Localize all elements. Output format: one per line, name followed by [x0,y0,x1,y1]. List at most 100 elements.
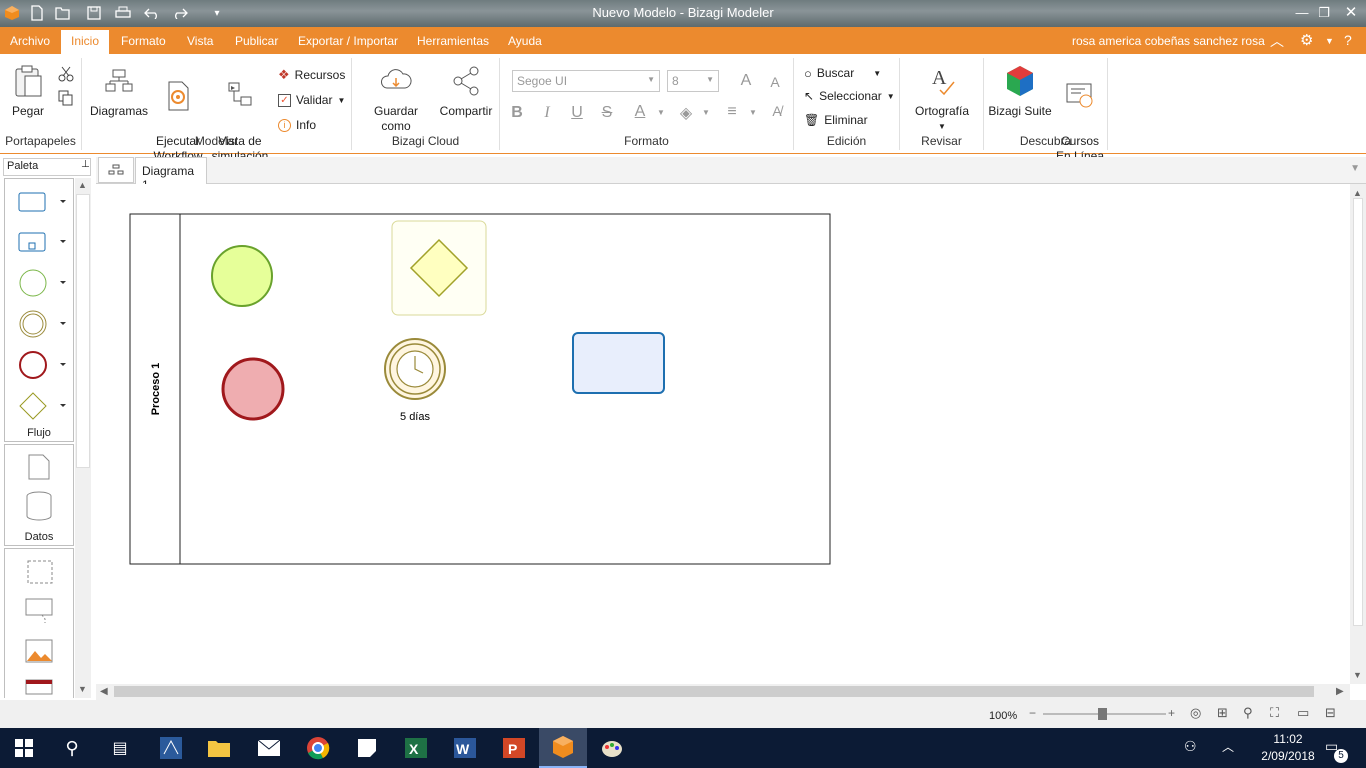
bizagi-suite-button[interactable]: Bizagi Suite [988,64,1052,119]
people-icon[interactable]: ⚇ [1184,738,1197,755]
font-family-select[interactable]: Segoe UI ▼ [512,70,660,92]
paste-button[interactable]: Pegar [8,64,48,119]
hscroll-thumb[interactable] [114,686,1314,697]
align-icon[interactable]: ≡ [723,103,741,121]
hscroll-right-icon[interactable]: ▶ [1336,686,1344,697]
task[interactable] [572,332,665,394]
close-button[interactable]: ✕ [1338,3,1364,23]
fill-color-icon[interactable]: ◈ [677,103,695,123]
excel-icon[interactable]: X [392,728,440,768]
palette-scrollbar[interactable]: ▲ ▼ [75,178,91,698]
strikethrough-icon[interactable]: S [598,104,616,122]
buscar-button[interactable]: ○ Buscar ▼ [804,64,881,82]
scroll-up-icon[interactable]: ▲ [78,180,87,190]
collapse-ribbon-icon[interactable]: ︿ [1270,31,1284,51]
ejecutar-workflow-button[interactable]: Ejecutar Workflow [150,64,206,164]
presentation-icon[interactable]: ▭ [1297,705,1309,721]
menu-archivo[interactable]: Archivo [10,34,50,48]
menu-exportar-importar[interactable]: Exportar / Importar [298,34,398,48]
canvas-horizontal-scrollbar[interactable]: ◀ ▶ [96,684,1350,700]
pin-icon[interactable]: ⊥ [81,159,90,170]
recursos-button[interactable]: ❖ Recursos [278,66,345,84]
diagram-canvas[interactable]: Proceso 1 5 días [96,184,1350,684]
buscar-dropdown-icon[interactable]: ▼ [873,69,881,78]
grid-icon[interactable]: ⊞ [1217,705,1228,721]
palette-data-store-tool[interactable] [26,491,54,524]
clock-date[interactable]: 2/09/2018 [1250,749,1326,763]
clock-time[interactable]: 11:02 [1262,732,1314,746]
search-taskbar-icon[interactable]: ⚲ [48,728,96,768]
palette-start-event-tool[interactable] [17,267,67,302]
palette-image-tool[interactable] [25,639,53,668]
tab-diagrama-1[interactable]: Diagrama 1 [135,157,207,192]
menu-inicio[interactable]: Inicio [61,30,110,54]
shrink-font-icon[interactable]: A [766,74,784,90]
tab-list-dropdown-icon[interactable]: ▼ [1350,163,1360,174]
sticky-notes-icon[interactable] [343,728,391,768]
vscroll-thumb[interactable] [1353,198,1363,626]
vscroll-down-icon[interactable]: ▼ [1353,670,1362,680]
canvas-vertical-scrollbar[interactable]: ▲ ▼ [1350,184,1366,684]
gear-icon[interactable]: ⚙ [1300,31,1313,49]
word-icon[interactable]: W [441,728,489,768]
font-color-dropdown-icon[interactable]: ▼ [652,108,670,117]
vscroll-up-icon[interactable]: ▲ [1353,188,1362,198]
layout-icon[interactable]: ⊟ [1325,705,1336,721]
info-button[interactable]: i Info [278,116,316,134]
compartir-button[interactable]: Compartir [436,64,496,119]
seleccionar-button[interactable]: ↖ Seleccionar ▼ [804,87,895,105]
tray-expand-icon[interactable]: ︿ [1222,738,1234,755]
fill-color-dropdown-icon[interactable]: ▼ [697,108,715,117]
eliminar-button[interactable]: 🗑 Eliminar [804,111,868,129]
fit-page-icon[interactable]: ⛶ [1270,705,1279,721]
palette-group-tool[interactable] [26,559,54,588]
scroll-down-icon[interactable]: ▼ [78,684,87,694]
zoom-fit-icon[interactable]: ◎ [1190,705,1201,721]
magnify-icon[interactable]: ⚲ [1243,705,1253,721]
mail-icon[interactable] [245,728,293,768]
palette-end-event-tool[interactable] [17,349,67,384]
clear-format-icon[interactable]: A̸ [768,103,786,119]
underline-icon[interactable]: U [568,104,586,122]
maximize-button[interactable]: ❐ [1311,3,1337,23]
zoom-in-icon[interactable]: + [1168,706,1175,720]
menu-herramientas[interactable]: Herramientas [417,34,489,48]
app-diagram-icon[interactable] [147,728,195,768]
diagram-overview-icon[interactable] [98,157,134,183]
palette-gateway-tool[interactable] [17,390,67,425]
palette-intermediate-event-tool[interactable] [17,308,67,343]
ortografia-dropdown-icon[interactable]: ▼ [908,119,976,134]
powerpoint-icon[interactable]: P [490,728,538,768]
user-name[interactable]: rosa america cobeñas sanchez rosa [1072,34,1265,48]
end-event[interactable] [221,357,285,421]
zoom-slider-thumb[interactable] [1098,708,1107,720]
font-size-select[interactable]: 8 ▼ [667,70,719,92]
cut-icon[interactable] [58,66,74,85]
align-dropdown-icon[interactable]: ▼ [744,108,762,117]
zoom-out-icon[interactable]: − [1029,706,1036,720]
chrome-icon[interactable] [294,728,342,768]
palette-annotation-tool[interactable] [24,597,56,628]
menu-formato[interactable]: Formato [121,34,166,48]
palette-subprocess-tool[interactable] [17,231,67,256]
validar-dropdown-icon[interactable]: ▼ [337,96,345,105]
palette-scroll-thumb[interactable] [76,194,90,468]
help-icon[interactable]: ? [1344,32,1352,48]
task-view-icon[interactable]: ▤ [96,728,144,768]
guardar-como-button[interactable]: Guardar como [358,64,434,134]
palette-task-tool[interactable] [17,191,67,216]
menu-ayuda[interactable]: Ayuda [508,34,542,48]
file-explorer-icon[interactable] [195,728,243,768]
palette-data-object-tool[interactable] [27,453,51,484]
italic-icon[interactable]: I [538,104,556,122]
validar-button[interactable]: ✓ Validar ▼ [278,91,345,109]
timer-event[interactable] [384,338,446,400]
palette-header-tool[interactable] [25,679,53,702]
hscroll-left-icon[interactable]: ◀ [100,686,108,697]
grow-font-icon[interactable]: A [737,72,755,90]
menu-publicar[interactable]: Publicar [235,34,278,48]
seleccionar-dropdown-icon[interactable]: ▼ [887,92,895,101]
settings-dropdown-icon[interactable]: ▼ [1325,36,1334,46]
start-event[interactable] [211,245,273,307]
font-color-icon[interactable]: A [631,103,649,121]
